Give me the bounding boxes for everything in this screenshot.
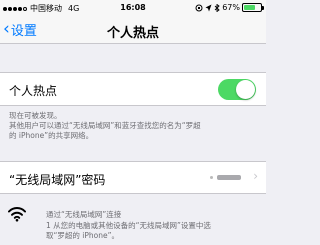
discovery-line-3: 的 iPhone”的共享网络。 xyxy=(9,131,94,140)
discovery-footer: 现在可被发现。 其他用户可以通过“无线局域网”和蓝牙查找您的名为“罗超 的 iP… xyxy=(9,111,259,141)
navigation-bar: ‹ 设置 个人热点 xyxy=(0,16,266,44)
bluetooth-icon xyxy=(214,3,220,12)
chevron-right-icon: › xyxy=(253,169,258,183)
page-title: 个人热点 xyxy=(106,26,159,41)
battery-percent: 67% xyxy=(222,3,240,12)
instruction-line-1: 1 从您的电脑或其他设备的“无线局域网”设置中选 xyxy=(46,221,211,230)
status-right: 67% xyxy=(195,3,264,12)
password-row[interactable]: “无线局域网”密码 › xyxy=(0,161,266,194)
battery-icon xyxy=(242,3,264,12)
toggle-knob xyxy=(236,80,255,99)
password-label: “无线局域网”密码 xyxy=(9,173,106,187)
wifi-icon xyxy=(8,207,26,222)
hotspot-label: 个人热点 xyxy=(9,84,58,98)
discovery-line-1: 现在可被发现。 xyxy=(9,111,62,120)
status-bar: 中国移动 4G 16:08 67% xyxy=(0,0,266,16)
discovery-line-2: 其他用户可以通过“无线局域网”和蓝牙查找您的名为“罗超 xyxy=(9,121,201,130)
hotspot-row: 个人热点 xyxy=(0,72,266,106)
instruction-body: 1 从您的电脑或其他设备的“无线局域网”设置中选 取“罗超的 iPhone”。 xyxy=(46,221,262,241)
password-value-redacted xyxy=(217,175,241,180)
hotspot-toggle[interactable] xyxy=(218,79,256,100)
battery-fill xyxy=(244,5,255,10)
password-dot xyxy=(210,176,213,179)
location-icon xyxy=(205,4,212,11)
rotation-lock-icon xyxy=(195,4,203,11)
instruction-line-2: 取“罗超的 iPhone”。 xyxy=(46,231,119,240)
instruction-title: 通过“无线局域网”连接 xyxy=(46,210,122,219)
